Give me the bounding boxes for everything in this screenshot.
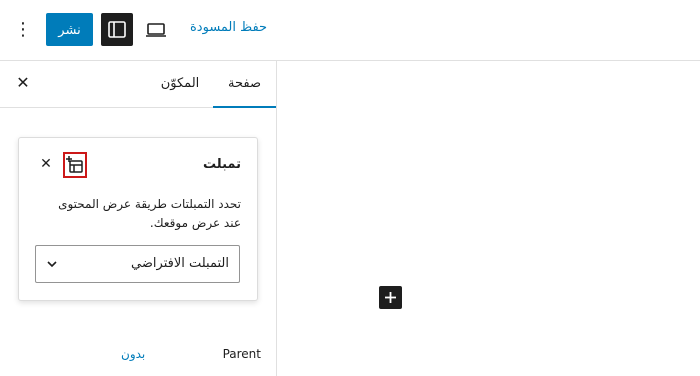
add-block-button[interactable] [379, 286, 402, 309]
save-draft-button[interactable]: حفظ المسودة [190, 20, 267, 35]
editor-header: ⋮ نشر حفظ المسودة [0, 0, 700, 61]
active-tab-indicator [213, 106, 276, 108]
plus-icon [385, 292, 396, 303]
laptop-icon [146, 23, 166, 37]
tab-page-label: صفحة [228, 76, 261, 91]
popover-title: تمبلت [203, 157, 241, 172]
vertical-ellipsis-icon[interactable]: ⋮ [13, 17, 33, 43]
editor-canvas[interactable] [277, 61, 700, 376]
close-icon[interactable]: ✕ [14, 74, 32, 92]
settings-sidebar: ✕ المكوّن صفحة تمبلت ✕ تحدد التمبلتات طر… [0, 61, 277, 376]
popover-description: تحدد التمبلتات طريقة عرض المحتوى عند عرض… [58, 197, 241, 230]
sidebar-icon [108, 21, 126, 38]
parent-label: Parent [222, 347, 261, 361]
template-select[interactable]: التمبلت الافتراضي [35, 245, 240, 283]
parent-value-button[interactable]: بدون [121, 347, 145, 361]
settings-sidebar-toggle[interactable] [101, 13, 133, 46]
preview-button[interactable] [144, 19, 168, 41]
template-popover: تمبلت ✕ تحدد التمبلتات طريقة عرض المحتوى… [18, 137, 258, 301]
tab-page[interactable]: صفحة [213, 61, 276, 108]
sidebar-tabs: ✕ المكوّن صفحة [0, 61, 276, 108]
close-icon[interactable]: ✕ [39, 156, 53, 172]
tab-block-label: المكوّن [160, 76, 200, 91]
add-template-icon [66, 156, 83, 173]
template-select-value: التمبلت الافتراضي [131, 256, 229, 271]
tab-block[interactable]: المكوّن [150, 61, 210, 107]
publish-button[interactable]: نشر [46, 13, 93, 46]
chevron-down-icon [47, 261, 57, 268]
add-template-button[interactable] [63, 152, 87, 178]
